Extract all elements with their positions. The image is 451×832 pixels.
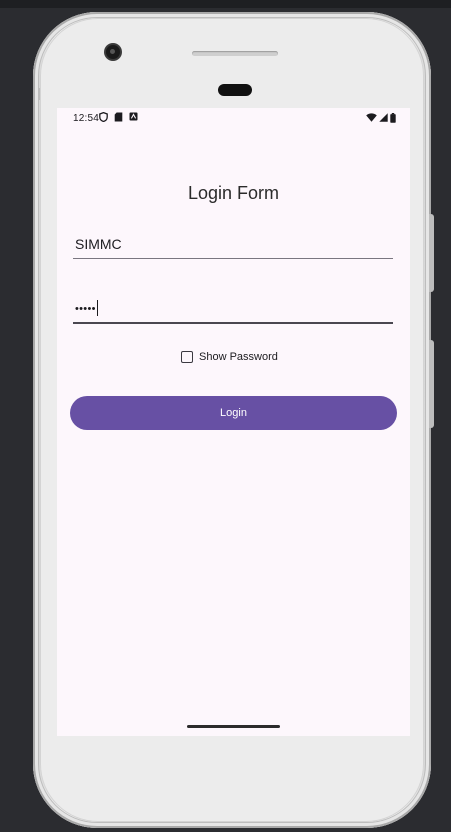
username-field[interactable]: SIMMC <box>73 230 393 259</box>
text-cursor <box>96 300 99 316</box>
password-value: ••••• <box>75 300 99 316</box>
status-notification-icons <box>99 111 138 125</box>
power-button[interactable] <box>429 340 434 428</box>
frame-seam <box>38 88 40 100</box>
window-top-strip <box>0 0 451 8</box>
wifi-icon <box>366 113 377 125</box>
front-camera <box>106 45 120 59</box>
proximity-sensor <box>218 84 252 96</box>
vpn-shield-icon <box>99 111 108 125</box>
status-time: 12:54 <box>73 113 100 124</box>
status-system-icons <box>366 112 396 126</box>
status-bar: 12:54 <box>57 108 410 130</box>
show-password-checkbox[interactable] <box>181 351 193 363</box>
page-title: Login Form <box>187 183 280 203</box>
volume-button[interactable] <box>429 214 434 292</box>
username-value: SIMMC <box>75 236 122 252</box>
home-gesture-bar[interactable] <box>187 725 280 728</box>
password-field[interactable]: ••••• <box>73 294 393 324</box>
earpiece-speaker <box>192 51 278 56</box>
login-button[interactable]: Login <box>70 396 397 430</box>
show-password-label[interactable]: Show Password <box>199 351 278 363</box>
show-password-row[interactable]: Show Password <box>181 349 278 365</box>
device-screen: 12:54 Login Form SIMMC ••••• Show Passwo… <box>57 108 410 736</box>
sd-card-icon <box>114 112 123 125</box>
login-button-label: Login <box>220 407 247 419</box>
battery-icon <box>390 112 396 126</box>
cell-signal-icon <box>379 113 388 125</box>
notification-app-icon <box>129 112 138 124</box>
